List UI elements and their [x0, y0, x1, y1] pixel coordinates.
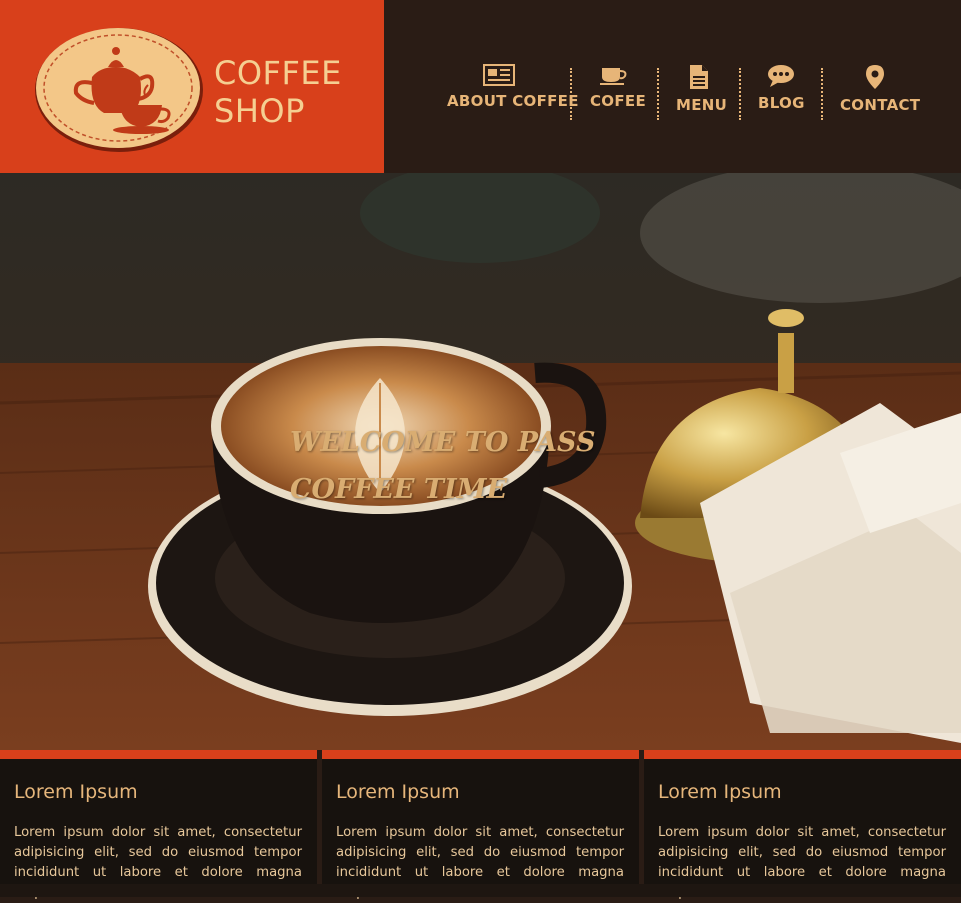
nav-item-blog[interactable]: BLOG — [758, 64, 804, 124]
info-card: Lorem Ipsum Lorem ipsum dolor sit amet, … — [0, 750, 317, 900]
nav-divider — [657, 68, 659, 120]
nav-divider — [739, 68, 741, 120]
brand-name[interactable]: COFFEE SHOP — [214, 54, 342, 130]
nav-divider — [570, 68, 572, 120]
nav-label-contact: CONTACT — [840, 96, 921, 114]
nav-item-menu[interactable]: MENU — [676, 64, 728, 124]
nav-label-about-coffee: ABOUT COFFEE — [447, 92, 579, 110]
document-icon — [690, 65, 708, 89]
card-title: Lorem Ipsum — [658, 781, 782, 803]
logo-panel: COFFEE SHOP — [0, 0, 384, 173]
main-nav: ABOUT COFFEE COFEE MENU BLOG CONTACT — [384, 0, 961, 173]
nav-item-contact[interactable]: CONTACT — [840, 64, 921, 124]
brand-name-line1: COFFEE — [214, 54, 342, 92]
map-pin-icon — [866, 65, 884, 89]
hero-title-line1: WELCOME TO PASS — [290, 427, 596, 458]
hero-title: WELCOME TO PASS COFFEE TIME — [290, 419, 595, 513]
coffee-cup-icon — [600, 68, 627, 85]
nav-label-cofee: COFEE — [590, 92, 646, 110]
card-title: Lorem Ipsum — [14, 781, 138, 803]
newspaper-icon — [483, 64, 515, 86]
info-card: Lorem Ipsum Lorem ipsum dolor sit amet, … — [322, 750, 639, 900]
nav-item-about-coffee[interactable]: ABOUT COFFEE — [447, 64, 579, 124]
card-title: Lorem Ipsum — [336, 781, 460, 803]
nav-label-menu: MENU — [676, 96, 728, 114]
hero-title-line2: COFFEE TIME — [290, 474, 508, 505]
chat-bubble-icon — [768, 65, 794, 87]
nav-label-blog: BLOG — [758, 94, 805, 112]
nav-divider — [821, 68, 823, 120]
brand-name-line2: SHOP — [214, 92, 305, 130]
bottom-strip — [0, 884, 961, 897]
hero-banner: WELCOME TO PASS COFFEE TIME — [0, 173, 961, 750]
teapot-and-cup-icon[interactable] — [34, 27, 204, 153]
nav-item-cofee[interactable]: COFEE — [590, 64, 646, 124]
info-card: Lorem Ipsum Lorem ipsum dolor sit amet, … — [644, 750, 961, 900]
